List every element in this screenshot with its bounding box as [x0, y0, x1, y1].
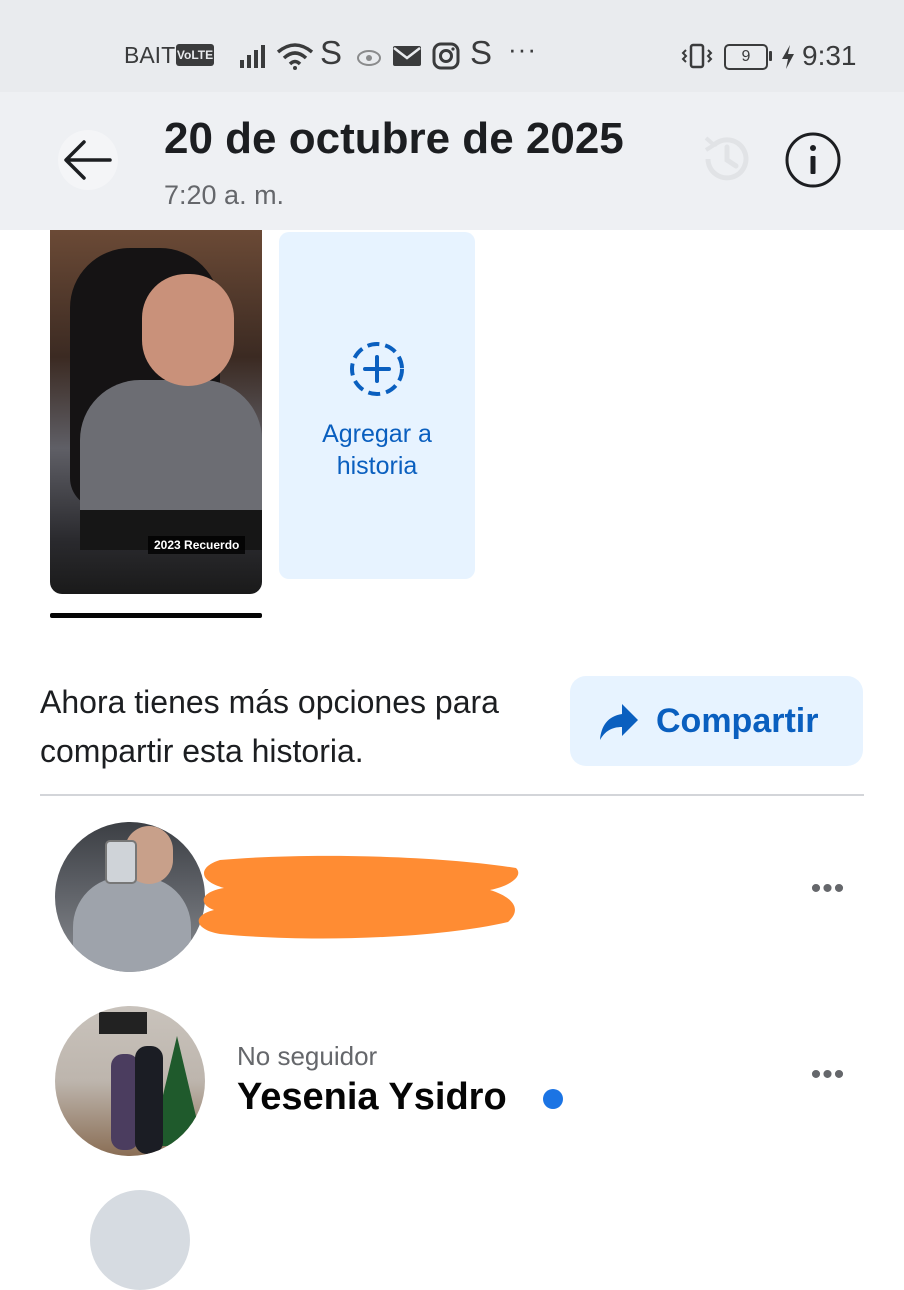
viewer-name[interactable]: Yesenia Ysidro [237, 1076, 507, 1119]
add-to-story-label: Agregar a historia [322, 420, 432, 480]
add-circle-icon [350, 342, 404, 396]
vibrate-icon [681, 43, 713, 69]
viewer-more-options-button-2[interactable]: ••• [806, 1060, 850, 1090]
add-to-story-button[interactable] [279, 232, 475, 579]
battery-icon: 9 [724, 44, 768, 70]
battery-tip [769, 51, 772, 61]
avatar-tv [99, 1012, 147, 1034]
avatar-person-2 [135, 1046, 163, 1154]
avatar-phone [105, 840, 137, 884]
viewer-avatar-yesenia[interactable] [55, 1006, 205, 1156]
active-status-dot [543, 1089, 563, 1109]
next-viewer-avatar[interactable] [90, 1190, 190, 1290]
photo-body [80, 380, 262, 530]
wifi-icon [276, 43, 314, 70]
clock: 9:31 [802, 40, 857, 71]
instagram-icon [432, 42, 460, 70]
volte-badge: VoLTE [176, 44, 214, 66]
selected-story-indicator [50, 613, 262, 618]
share-button-label: Compartir [656, 702, 819, 740]
status-bar: BAIT VoLTE S S ··· 9 9:31 [0, 0, 904, 92]
divider [40, 794, 864, 796]
eye-icon [357, 50, 381, 66]
info-button[interactable] [784, 131, 842, 189]
signal-icon [240, 45, 265, 68]
s-app-icon-2: S [470, 34, 493, 71]
more-notifications-indicator: ··· [508, 34, 537, 64]
share-options-text: Ahora tienes más opciones para compartir… [40, 684, 499, 769]
story-date-title: 20 de octubre de 2025 [164, 114, 624, 163]
story-time: 7:20 a. m. [164, 180, 285, 210]
mail-icon [393, 46, 421, 66]
carrier-name: BAIT [124, 42, 176, 68]
history-icon [704, 136, 749, 181]
memory-tag: 2023 Recuerdo [148, 536, 246, 554]
back-button[interactable] [58, 130, 118, 190]
viewer-follow-status: No seguidor [237, 1041, 378, 1071]
redacted-name [198, 855, 519, 939]
share-arrow-icon [600, 704, 638, 740]
viewer-avatar[interactable] [55, 822, 205, 972]
charging-icon [782, 45, 794, 69]
s-app-icon: S [320, 34, 343, 71]
viewer-more-options-button[interactable]: ••• [806, 874, 850, 904]
back-arrow-icon [64, 140, 112, 180]
history-button[interactable] [696, 128, 758, 190]
avatar-torso [73, 877, 191, 972]
info-icon [785, 132, 841, 188]
photo-face [142, 274, 234, 386]
